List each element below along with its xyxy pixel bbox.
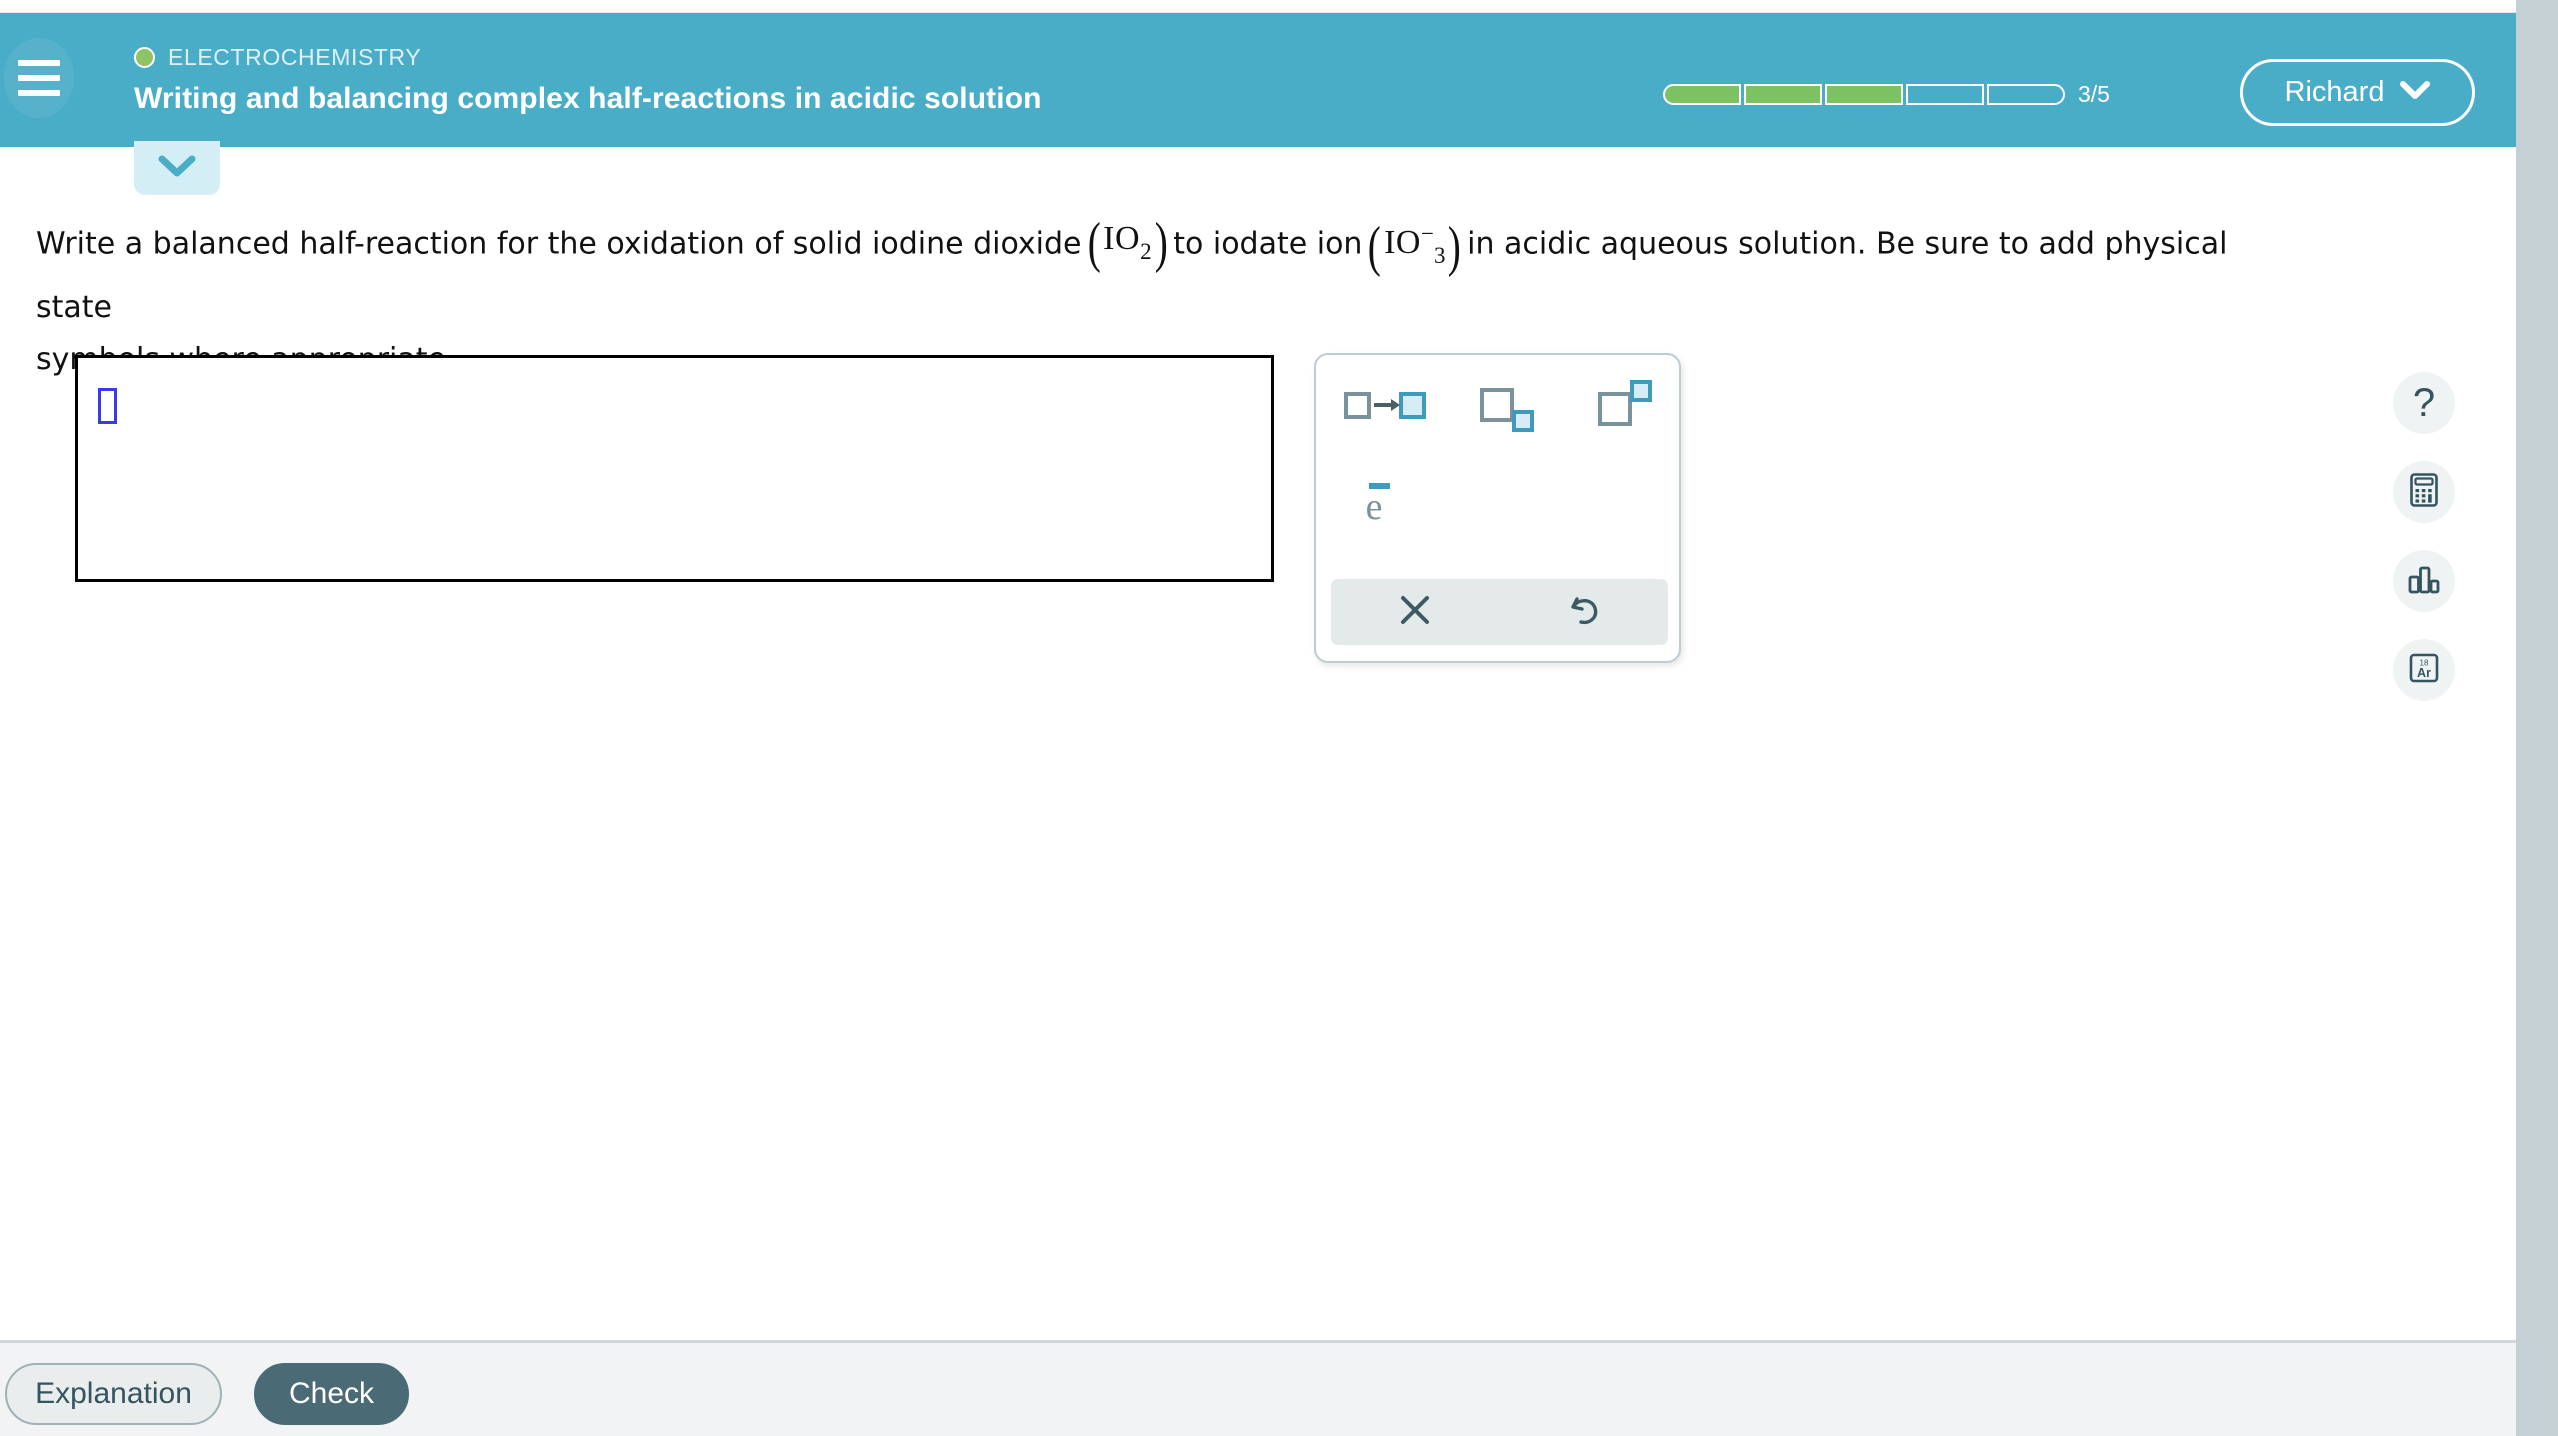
- hamburger-bar: [18, 90, 60, 96]
- collapse-question-tab[interactable]: [134, 141, 220, 195]
- calculator-button[interactable]: [2393, 461, 2455, 523]
- formula-symbol: IO: [1103, 219, 1141, 257]
- superscript-box-icon: [1630, 380, 1652, 402]
- arrow-right-icon: [1374, 399, 1400, 411]
- app-header: ELECTROCHEMISTRY Writing and balancing c…: [0, 13, 2516, 147]
- progress-count: 3/5: [2078, 81, 2110, 107]
- paren-open: (: [1087, 211, 1101, 274]
- status-dot-green-icon: [134, 46, 155, 68]
- progress-segment: [1987, 84, 2065, 105]
- empty-box-icon: [1344, 391, 1371, 419]
- formula-superscript: −: [1421, 221, 1434, 246]
- minus-superscript-icon: [1369, 483, 1390, 489]
- bar-chart-icon: [2405, 560, 2443, 603]
- empty-box-icon: [1598, 392, 1632, 426]
- filled-box-icon: [1399, 391, 1426, 419]
- formula-iodine-dioxide: (IO2): [1085, 213, 1171, 278]
- progress-indicator: 3/5: [1663, 81, 2110, 108]
- chevron-down-icon: [157, 153, 197, 184]
- progress-segment: [1663, 84, 1741, 105]
- question-mark-icon: ?: [2412, 381, 2436, 425]
- progress-segment: [1906, 84, 1984, 105]
- periodic-table-icon: 18 Ar: [2405, 649, 2443, 692]
- question-part-1: Write a balanced half-reaction for the o…: [36, 226, 1082, 262]
- paren-close: ): [1154, 211, 1168, 274]
- reaction-arrow-tool[interactable]: [1340, 383, 1430, 427]
- explanation-button[interactable]: Explanation: [5, 1363, 222, 1425]
- paren-open: (: [1368, 216, 1382, 278]
- formula-iodate-ion: (IO−3): [1365, 208, 1464, 282]
- question-part-2: to iodate ion: [1173, 226, 1363, 262]
- electron-tool[interactable]: e: [1340, 481, 1408, 533]
- palette-action-bar: [1331, 579, 1668, 645]
- answer-input[interactable]: [75, 355, 1274, 582]
- subscript-box-icon: [1512, 410, 1534, 432]
- undo-button[interactable]: [1500, 579, 1669, 645]
- clear-button[interactable]: [1331, 579, 1500, 645]
- equation-tool-palette: e: [1314, 353, 1681, 663]
- progress-segment: [1744, 84, 1822, 105]
- user-menu-button[interactable]: Richard: [2240, 59, 2475, 126]
- top-strip: [0, 0, 2516, 13]
- action-footer: Explanation Check: [0, 1340, 2516, 1436]
- svg-text:Ar: Ar: [2417, 666, 2431, 680]
- superscript-tool[interactable]: [1586, 377, 1664, 429]
- close-x-icon: [1396, 591, 1434, 634]
- tool-rail: ? 18 Ar: [2393, 372, 2455, 701]
- subscript-tool[interactable]: [1468, 379, 1546, 432]
- progress-track: [1663, 84, 2065, 105]
- app-page: ELECTROCHEMISTRY Writing and balancing c…: [0, 0, 2558, 1436]
- hamburger-bar: [18, 60, 60, 66]
- formula-subscript: 2: [1140, 238, 1152, 264]
- calculator-icon: [2405, 471, 2443, 514]
- user-name: Richard: [2284, 76, 2385, 108]
- topic-label: ELECTROCHEMISTRY: [168, 43, 422, 70]
- periodic-table-button[interactable]: 18 Ar: [2393, 639, 2455, 701]
- answer-cursor-placeholder: [98, 388, 117, 424]
- check-button[interactable]: Check: [254, 1363, 409, 1425]
- hamburger-bar: [18, 75, 60, 81]
- hamburger-menu-icon[interactable]: [4, 38, 74, 118]
- progress-segment: [1825, 84, 1903, 105]
- electron-symbol: e: [1365, 486, 1383, 528]
- paren-close: ): [1448, 216, 1462, 278]
- chevron-down-icon: [2400, 80, 2431, 105]
- undo-arrow-icon: [1564, 590, 1604, 635]
- help-button[interactable]: ?: [2393, 372, 2455, 434]
- data-reference-button[interactable]: [2393, 550, 2455, 612]
- topic-row: ELECTROCHEMISTRY: [134, 43, 1042, 71]
- empty-box-icon: [1480, 388, 1514, 422]
- page-title: Writing and balancing complex half-react…: [134, 82, 1042, 115]
- header-title-block: ELECTROCHEMISTRY Writing and balancing c…: [134, 43, 1042, 116]
- formula-subscript: 3: [1433, 243, 1446, 268]
- vertical-scrollbar[interactable]: [2516, 0, 2558, 1436]
- formula-symbol: IO: [1384, 224, 1421, 261]
